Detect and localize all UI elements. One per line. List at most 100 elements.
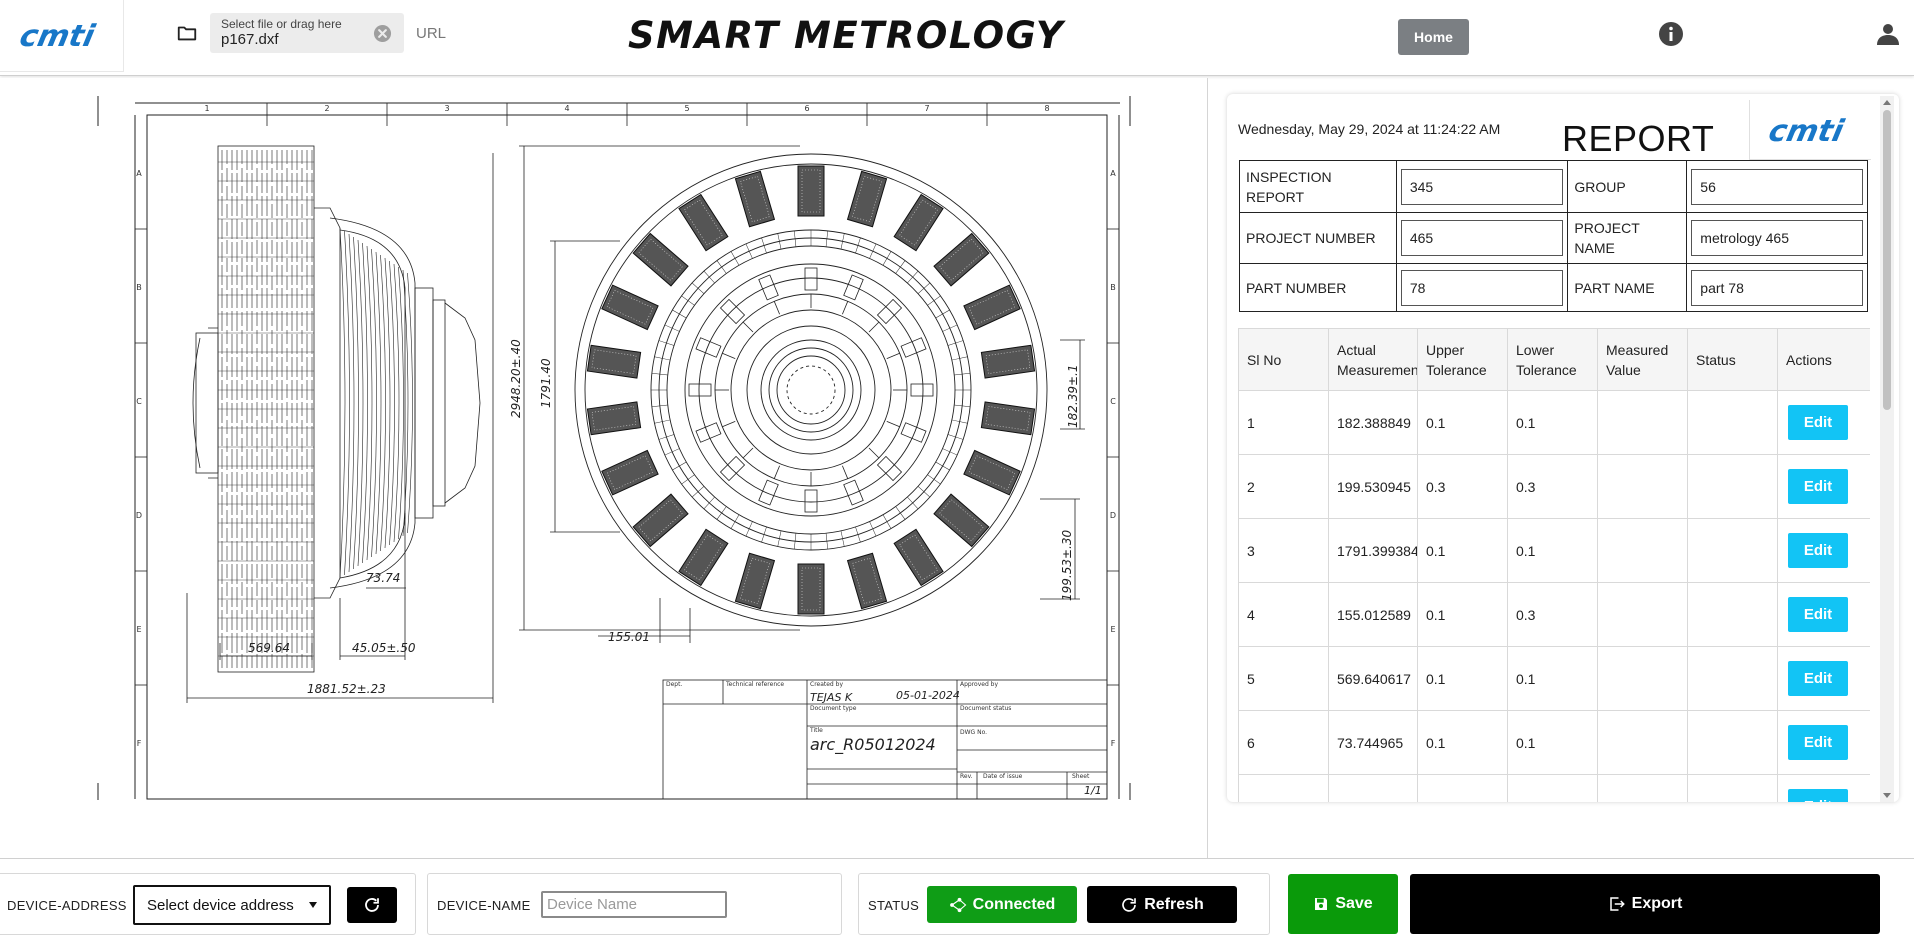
app-window: cmti Select file or drag here p167.dxf U… [0, 0, 1914, 944]
sl-no-cell: 1 [1238, 390, 1329, 455]
report-datetime: Wednesday, May 29, 2024 at 11:24:22 AM [1238, 121, 1501, 137]
cmti-logo-icon: cmti [1766, 114, 1848, 149]
upper-tolerance-cell: 0.1 [1417, 646, 1508, 711]
sl-no-cell: 5 [1238, 646, 1329, 711]
actions-cell: Edit [1777, 582, 1870, 647]
edit-button[interactable]: Edit [1788, 469, 1848, 504]
part-number-input[interactable]: 78 [1400, 269, 1564, 306]
col-header: Status [1687, 328, 1778, 391]
edit-button[interactable]: Edit [1788, 725, 1848, 760]
edit-button[interactable]: Edit [1788, 405, 1848, 440]
report-scrollbar[interactable] [1880, 96, 1894, 802]
svg-text:1/1: 1/1 [1084, 784, 1102, 797]
scroll-down-icon[interactable] [1883, 793, 1891, 798]
svg-text:Rev.: Rev. [960, 773, 973, 780]
col-header: Actual Measurement [1328, 328, 1418, 391]
measured-value-cell[interactable] [1597, 390, 1688, 455]
url-link[interactable]: URL [416, 25, 446, 42]
svg-text:Created by: Created by [810, 681, 843, 688]
measured-value-cell[interactable] [1597, 582, 1688, 647]
measured-value-cell[interactable] [1597, 710, 1688, 775]
part-name-label: PART NAME [1567, 263, 1688, 312]
group-input[interactable]: 56 [1691, 168, 1863, 205]
grid-column-number: 7 [924, 104, 929, 113]
svg-text:Approved by: Approved by [960, 681, 998, 688]
upper-tolerance-cell: 0.1 [1417, 518, 1508, 583]
svg-text:cmti: cmti [1766, 114, 1848, 149]
edit-button[interactable]: Edit [1788, 789, 1848, 802]
part-name-input[interactable]: part 78 [1691, 269, 1863, 306]
user-icon[interactable] [1876, 22, 1900, 46]
upper-tolerance-cell: 0.3 [1417, 454, 1508, 519]
grid-row-letter: D [136, 511, 142, 520]
file-chip[interactable]: Select file or drag here p167.dxf [210, 13, 404, 53]
upper-tolerance-cell: 0.5 [1417, 774, 1508, 802]
upper-tolerance-cell: 0.1 [1417, 390, 1508, 455]
refresh-button[interactable]: Refresh [1087, 886, 1237, 923]
actual-measurement-cell: 199.530945 [1328, 454, 1418, 519]
save-label: Save [1335, 895, 1373, 912]
col-header: Measured Value [1597, 328, 1688, 391]
top-header: cmti Select file or drag here p167.dxf U… [0, 0, 1914, 76]
grid-column-number: 2 [324, 104, 329, 113]
project-name-input[interactable]: metrology 465 [1691, 220, 1863, 256]
svg-text:TEJAS K: TEJAS K [810, 691, 853, 704]
col-header: Lower Tolerance [1507, 328, 1598, 391]
grid-row-letter: C [1110, 397, 1116, 406]
scroll-up-icon[interactable] [1883, 100, 1891, 105]
app-title: SMART METROLOGY [628, 14, 1065, 57]
actions-cell: Edit [1777, 646, 1870, 711]
dim-label: 1881.52±.23 [307, 682, 386, 696]
home-button[interactable]: Home [1398, 19, 1469, 55]
drawing-frame [97, 96, 1131, 800]
edit-button[interactable]: Edit [1788, 533, 1848, 568]
header-logo[interactable]: cmti [0, 0, 124, 72]
device-name-input[interactable]: Device Name [541, 891, 727, 918]
clear-icon[interactable] [373, 24, 392, 43]
export-icon [1608, 895, 1626, 913]
actual-measurement-cell: 569.640617 [1328, 646, 1418, 711]
svg-text:Document status: Document status [960, 705, 1011, 712]
measured-value-cell[interactable] [1597, 518, 1688, 583]
measured-value-cell[interactable] [1597, 646, 1688, 711]
table-header-row: Sl No Actual Measurement Upper Tolerance… [1238, 328, 1870, 391]
grid-row-letter: F [137, 739, 142, 748]
refresh-icon [365, 898, 379, 912]
status-cell [1687, 710, 1778, 775]
grid-row-letter: A [136, 169, 142, 178]
actions-cell: Edit [1777, 774, 1870, 802]
inspection-report-input[interactable]: 345 [1400, 168, 1564, 205]
file-upload-area[interactable]: Select file or drag here p167.dxf URL [176, 13, 446, 53]
upper-tolerance-cell: 0.1 [1417, 710, 1508, 775]
project-number-input[interactable]: 465 [1400, 220, 1564, 256]
measured-value-cell[interactable] [1597, 454, 1688, 519]
export-label: Export [1631, 895, 1683, 912]
export-button[interactable]: Export [1410, 874, 1880, 934]
svg-text:05-01-2024: 05-01-2024 [896, 689, 960, 702]
status-cell [1687, 582, 1778, 647]
status-cell [1687, 454, 1778, 519]
drawing-viewer[interactable]: 12345678AABBCCDDEEFF 73.74 569.64 45.05±… [0, 78, 1208, 858]
cad-drawing[interactable]: 1 2 3 4 5 6 7 8A AB BC CD DE EF F 73.74 … [0, 78, 1208, 858]
save-icon [1313, 896, 1329, 912]
save-button[interactable]: Save [1288, 874, 1398, 934]
edit-button[interactable]: Edit [1788, 597, 1848, 632]
grid-row-letter: E [136, 625, 141, 634]
scroll-thumb[interactable] [1883, 110, 1891, 410]
bottom-toolbar: DEVICE-ADDRESS Select device address DEV… [0, 858, 1914, 944]
edit-button[interactable]: Edit [1788, 661, 1848, 696]
grid-column-number: 4 [564, 104, 569, 113]
measured-value-cell[interactable] [1597, 774, 1688, 802]
connected-button[interactable]: Connected [927, 886, 1077, 923]
rescan-devices-button[interactable] [347, 887, 397, 923]
measurement-table-scroll[interactable]: Sl No Actual Measurement Upper Tolerance… [1238, 328, 1870, 802]
actions-cell: Edit [1777, 518, 1870, 583]
table-row: 2 199.530945 0.3 0.3 Edit [1238, 454, 1870, 519]
device-address-select[interactable]: Select device address [133, 885, 331, 925]
refresh-label: Refresh [1144, 895, 1204, 913]
folder-icon[interactable] [176, 22, 198, 44]
col-header: Upper Tolerance [1417, 328, 1508, 391]
lower-tolerance-cell: 0.1 [1507, 518, 1598, 583]
dim-label: 2948.20±.40 [509, 339, 523, 418]
info-icon[interactable] [1658, 21, 1684, 47]
